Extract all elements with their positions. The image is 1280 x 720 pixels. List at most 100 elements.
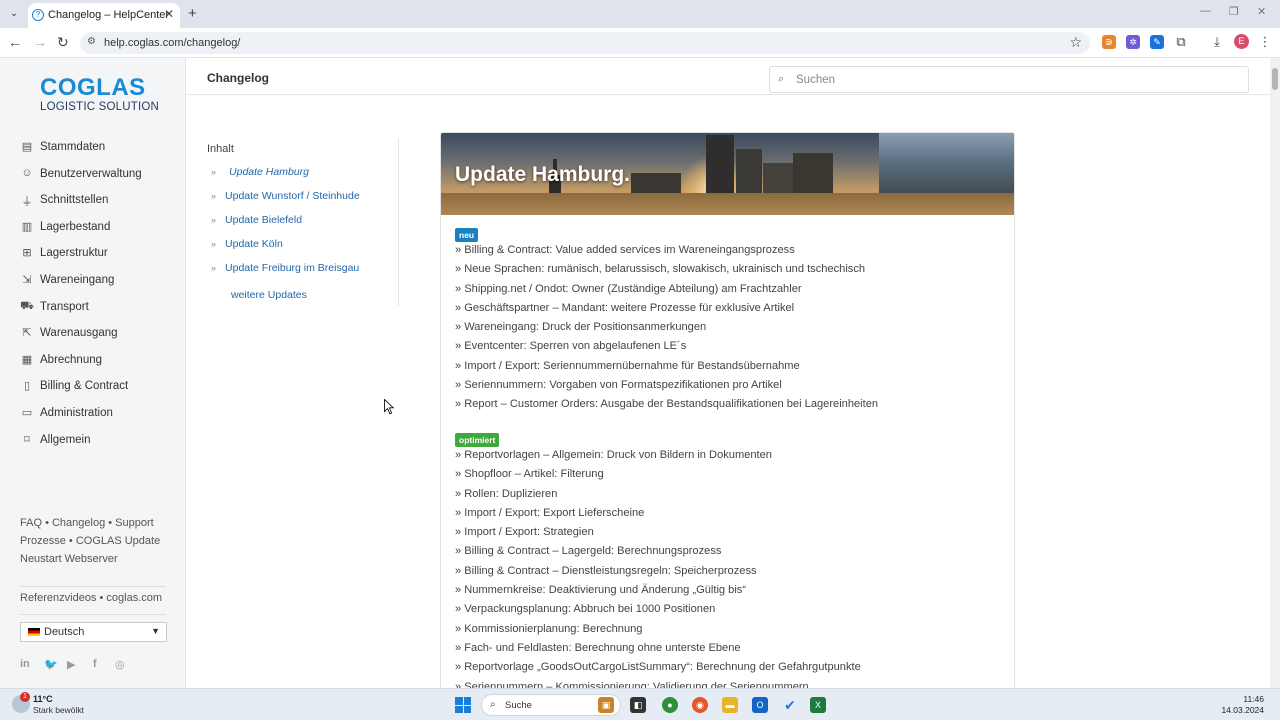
extension-gear-icon[interactable]: ✲ [1126, 35, 1140, 49]
toc-item-wunstorf[interactable]: » Update Wunstorf / Steinhude [211, 190, 360, 202]
page-scrollbar[interactable] [1270, 58, 1280, 688]
list-item: » Shopfloor – Artikel: Filterung [455, 468, 604, 481]
link-changelog[interactable]: Changelog [52, 517, 105, 529]
truck-icon: ⛟ [20, 299, 34, 312]
new-items-list: » Billing & Contract: Value added servic… [455, 244, 878, 418]
inbound-icon: ⇲ [22, 273, 32, 286]
link-prozesse[interactable]: Prozesse [20, 535, 66, 547]
list-item: » Seriennummern: Vorgaben von Formatspez… [455, 379, 782, 392]
language-select[interactable]: Deutsch ▼ [20, 622, 167, 642]
browser-tab[interactable]: ? Changelog – HelpCenter ✕ [28, 3, 180, 28]
link-faq[interactable]: FAQ [20, 517, 42, 529]
chevron-right-icon: » [211, 167, 217, 177]
file-icon: ▯ [23, 380, 31, 393]
document-icon: ▤ [21, 141, 33, 153]
windows-start-icon[interactable] [455, 697, 471, 713]
outlook-icon[interactable]: O [752, 697, 768, 713]
tab-list-chevron-icon[interactable]: ⌄ [6, 6, 22, 22]
bookmark-star-icon[interactable]: ☆ [1069, 34, 1082, 51]
extension-rss-icon[interactable]: ⋑ [1102, 35, 1116, 49]
browser-toolbar: ← → ↻ ⚙ help.coglas.com/changelog/ ☆ ⋑ ✲… [0, 28, 1280, 58]
profile-avatar[interactable]: E [1234, 34, 1249, 49]
search-box[interactable]: ⌕ [769, 66, 1249, 93]
hero-title: Update Hamburg. [455, 163, 631, 186]
logo-title[interactable]: COGLAS [40, 74, 146, 102]
chart-icon: ▥ [21, 220, 33, 233]
list-item: » Reportvorlage „GoodsOutCargoListSummar… [455, 661, 861, 674]
taskbar-widget-icon[interactable]: ▣ [598, 697, 614, 713]
link-coglas-com[interactable]: coglas.com [106, 592, 162, 604]
youtube-icon[interactable]: ▶ [67, 658, 75, 671]
firefox-icon[interactable]: ◉ [692, 697, 708, 713]
restore-icon[interactable]: ❐ [1229, 5, 1239, 18]
taskbar-clock[interactable]: 11:46 14.03.2024 [1221, 694, 1264, 716]
divider [20, 586, 166, 587]
instagram-icon[interactable]: ◎ [115, 658, 125, 671]
url-text: help.coglas.com/changelog/ [104, 37, 241, 49]
new-tab-icon[interactable]: + [188, 5, 197, 22]
sidebar: COGLAS LOGISTIC SOLUTION ▤ Stammdaten ☺ Be… [0, 58, 186, 688]
more-menu-icon[interactable]: ⋮ [1258, 35, 1272, 49]
helpcenter-favicon-icon: ? [32, 9, 44, 21]
excel-icon[interactable]: X [810, 697, 826, 713]
toc-item-koeln[interactable]: » Update Köln [211, 238, 283, 250]
window-close-icon[interactable]: ✕ [1257, 5, 1266, 18]
link-support[interactable]: Support [115, 517, 154, 529]
task-view-icon[interactable]: ◧ [630, 697, 646, 713]
back-icon[interactable]: ← [8, 34, 22, 50]
chrome-icon[interactable]: ● [662, 697, 678, 713]
toc-title: Inhalt [207, 143, 234, 155]
reload-icon[interactable]: ↻ [57, 34, 69, 51]
list-item: » Rollen: Duplizieren [455, 487, 558, 500]
hero-water [441, 193, 1014, 215]
link-coglas-update[interactable]: COGLAS Update [76, 535, 160, 547]
footer-links: FAQ • Changelog • Support Prozesse • COG… [20, 517, 161, 565]
list-item: » Billing & Contract – Dienstleistungsre… [455, 564, 757, 577]
scrollbar-thumb[interactable] [1272, 68, 1278, 90]
downloads-icon[interactable]: ⤓ [1210, 35, 1224, 49]
plug-icon: ⏚ [21, 196, 33, 209]
file-explorer-icon[interactable]: ▬ [722, 697, 738, 713]
todo-icon[interactable]: ✔ [782, 697, 798, 713]
extensions-puzzle-icon[interactable]: ⧉ [1174, 35, 1188, 49]
mouse-cursor-icon [384, 399, 394, 415]
window-icon: ▭ [21, 406, 33, 419]
users-icon: ☺ [21, 166, 33, 179]
outbound-icon: ⇱ [22, 327, 32, 340]
list-item: » Import / Export: Seriennummernübernahm… [455, 359, 800, 372]
linkedin-icon[interactable]: in [20, 658, 30, 670]
extension-pen-icon[interactable]: ✎ [1150, 35, 1164, 49]
link-neustart-webserver[interactable]: Neustart Webserver [20, 553, 118, 565]
browser-tab-bar: ⌄ ? Changelog – HelpCenter ✕ + — ❐ ✕ [0, 0, 1280, 28]
list-item: » Import / Export: Export Lieferscheine [455, 506, 645, 519]
calculator-icon: ▦ [21, 353, 33, 366]
list-item: » Shipping.net / Ondot: Owner (Zuständig… [455, 282, 802, 295]
clock-time: 11:46 [1243, 694, 1264, 704]
forward-icon[interactable]: → [33, 34, 47, 50]
site-info-icon[interactable]: ⚙ [87, 36, 96, 47]
table-of-contents: Inhalt » Update Hamburg » Update Wunstorf … [207, 138, 399, 306]
badge-optimized: optimiert [455, 433, 500, 447]
tab-close-icon[interactable]: ✕ [164, 7, 174, 21]
list-item: » Fach- und Feldlasten: Berechnung ohne … [455, 641, 741, 654]
list-item: » Report – Customer Orders: Ausgabe der … [455, 398, 879, 411]
twitter-icon[interactable]: 🐦 [44, 658, 58, 671]
list-item: » Import / Export: Strategien [455, 526, 594, 539]
chevron-right-icon: » [211, 191, 217, 201]
list-item: » Reportvorlagen – Allgemein: Druck von … [455, 449, 772, 461]
toc-more-updates-link[interactable]: weitere Updates [231, 289, 307, 301]
taskbar: 1 11°C Stark bewölkt ⌕ Suche ▣ ◧ ● ◉ ▬ O… [0, 688, 1280, 720]
changelog-article: Update Hamburg. neu » Billing & Contract… [440, 132, 1015, 692]
toc-item-hamburg[interactable]: » Update Hamburg [211, 166, 309, 178]
search-input[interactable] [796, 71, 1236, 89]
link-referenzvideos[interactable]: Referenzvideos [20, 592, 96, 604]
address-bar[interactable]: ⚙ help.coglas.com/changelog/ ☆ [80, 32, 1090, 54]
bookmark-icon: ⌑ [24, 433, 30, 446]
optimized-items-list: » Reportvorlagen – Allgemein: Druck von … [455, 449, 861, 691]
toc-item-bielefeld[interactable]: » Update Bielefeld [211, 214, 302, 226]
facebook-icon[interactable]: f [93, 658, 97, 670]
minimize-icon[interactable]: — [1200, 5, 1211, 17]
badge-new: neu [455, 228, 479, 242]
toc-item-freiburg[interactable]: » Update Freiburg im Breisgau [211, 262, 359, 274]
structure-icon: ⊞ [22, 247, 32, 260]
